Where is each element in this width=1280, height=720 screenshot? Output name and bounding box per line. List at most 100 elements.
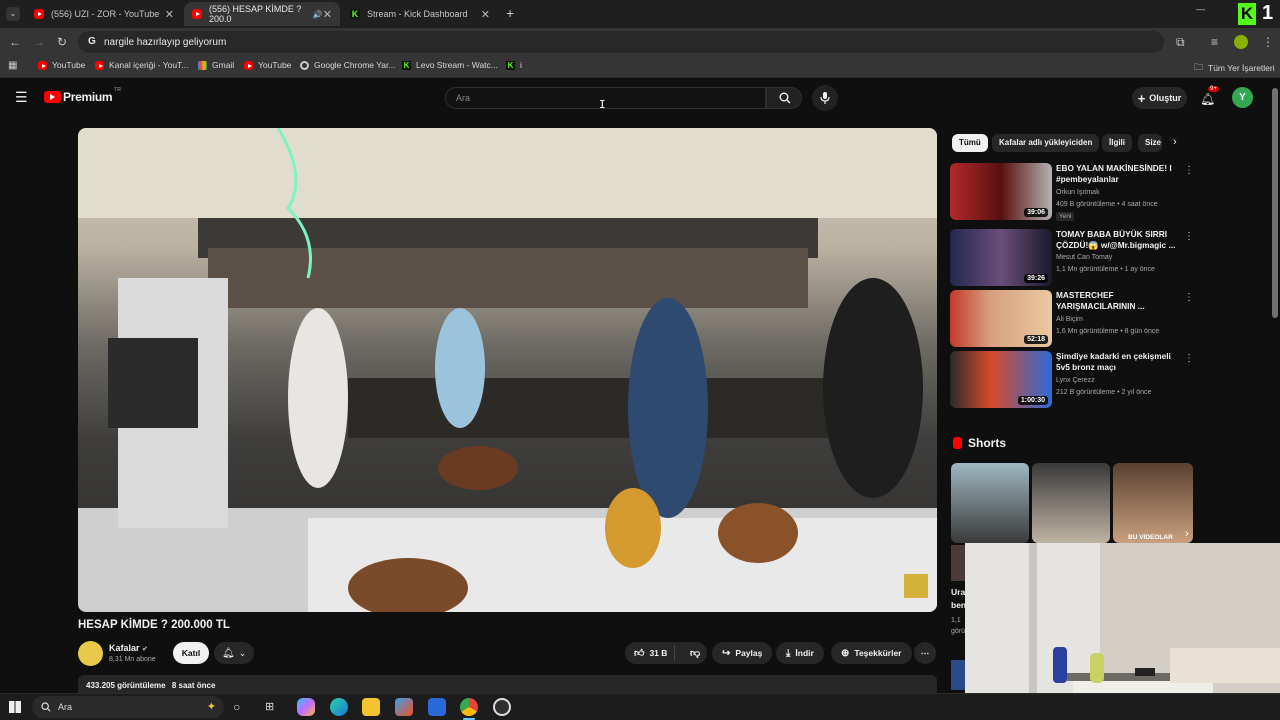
recommendation-item[interactable]: 52:18 MASTERCHEF YARIŞMACILARININ ... Al… xyxy=(950,290,1195,348)
bookmark-youtube-2[interactable]: YouTube xyxy=(244,60,291,70)
shorts-peek-title-2[interactable]: ben xyxy=(951,600,966,610)
file-explorer-icon[interactable] xyxy=(362,698,380,716)
chip-related[interactable]: İlgili xyxy=(1102,134,1132,152)
shorts-thumbnail[interactable] xyxy=(1032,463,1110,543)
mail-icon[interactable] xyxy=(428,698,446,716)
shorts-thumbnail[interactable]: BU VIDEOLAR xyxy=(1113,463,1193,543)
chrome-menu-icon[interactable]: ⋮ xyxy=(1262,35,1274,49)
channel-name[interactable]: Mesut Can Tomay xyxy=(1056,254,1112,261)
search-icon xyxy=(41,702,51,712)
apps-grid-icon[interactable]: ▦ xyxy=(8,60,17,71)
obs-icon[interactable] xyxy=(493,698,511,716)
overlay-badge: 1 xyxy=(1262,2,1274,24)
description-box[interactable]: 433.205 görüntüleme 8 saat önce xyxy=(78,675,937,695)
video-thumbnail[interactable]: 1:00:30 xyxy=(950,351,1052,408)
bookmark-kick[interactable]: Ki xyxy=(506,60,522,70)
close-tab-icon[interactable]: ✕ xyxy=(165,8,174,21)
recommendation-item[interactable]: 39:06 EBO YALAN MAKİNESİNDE! I #pembeyal… xyxy=(950,163,1195,221)
close-tab-icon[interactable]: ✕ xyxy=(323,8,332,21)
more-options-icon[interactable]: ⋮ xyxy=(1184,165,1194,176)
chip-all[interactable]: Tümü xyxy=(952,134,988,152)
video-thumbnail[interactable]: 52:18 xyxy=(950,290,1052,347)
like-dislike-group: 👍︎ 31 B 👎︎ xyxy=(625,642,707,664)
folder-icon: 🗀 xyxy=(1194,62,1204,72)
notifications-button[interactable]: 🔔︎ 9+ xyxy=(1200,86,1219,108)
copilot-icon[interactable] xyxy=(297,698,315,716)
shorts-thumbnail[interactable] xyxy=(951,545,965,581)
task-view-icon[interactable]: ○ xyxy=(233,700,240,714)
bookmark-kanal-icerigi[interactable]: Kanal içeriği - YouT... xyxy=(95,60,188,70)
video-thumbnail[interactable]: 39:06 xyxy=(950,163,1052,220)
tab-search-icon[interactable]: ⌄ xyxy=(6,7,20,21)
tab-kick-dashboard[interactable]: K Stream - Kick Dashboard ✕ xyxy=(342,2,498,26)
join-button[interactable]: Katıl xyxy=(173,642,209,664)
recommendation-item[interactable]: 39:26 TOMAY BABA BÜYÜK SIRRI ÇÖZDÜ!😱 w/@… xyxy=(950,229,1195,287)
search-button[interactable] xyxy=(766,87,802,109)
shorts-next-icon[interactable]: › xyxy=(1185,528,1189,540)
video-title[interactable]: Şimdiye kadarki en çekişmeli 5v5 bronz m… xyxy=(1056,351,1178,373)
address-bar[interactable]: G nargile hazırlayıp geliyorum xyxy=(78,31,1164,53)
download-button[interactable]: ⤓ İndir xyxy=(776,642,824,664)
new-tab-button[interactable]: + xyxy=(506,5,514,21)
more-options-icon[interactable]: ⋮ xyxy=(1184,353,1194,364)
hamburger-menu-icon[interactable]: ☰ xyxy=(15,89,28,106)
recommendation-item[interactable]: 1:00:30 Şimdiye kadarki en çekişmeli 5v5… xyxy=(950,351,1195,409)
video-thumbnail[interactable]: 39:26 xyxy=(950,229,1052,286)
windows-start-icon[interactable] xyxy=(9,701,21,713)
thanks-button[interactable]: ⊕ Teşekkürler xyxy=(831,642,912,664)
account-avatar[interactable]: Y xyxy=(1232,87,1253,108)
share-button[interactable]: ↪ Paylaş xyxy=(712,642,773,664)
widgets-icon[interactable]: ⊞ xyxy=(265,700,274,713)
like-button[interactable]: 👍︎ 31 B xyxy=(625,645,675,661)
tab-uzi-zor[interactable]: (556) UZI - ZOR - YouTube ✕ xyxy=(26,2,182,26)
kick-favicon-icon: K xyxy=(350,9,360,19)
minimize-button[interactable]: — xyxy=(1196,4,1205,14)
tab-hesap-kimde[interactable]: (556) HESAP KİMDE ? 200.0 🔊 ✕ xyxy=(184,2,340,26)
close-tab-icon[interactable]: ✕ xyxy=(481,8,490,21)
audio-icon[interactable]: 🔊 xyxy=(313,10,323,19)
new-badge: Yeni xyxy=(1056,212,1075,221)
chip-for-you[interactable]: Size xyxy=(1138,134,1162,152)
forward-arrow-icon[interactable]: → xyxy=(33,35,45,49)
chrome-taskbar-icon[interactable] xyxy=(460,698,478,716)
bookmark-chrome-help[interactable]: Google Chrome Yar... xyxy=(300,60,395,70)
more-options-icon[interactable]: ⋮ xyxy=(1184,292,1194,303)
page-scrollbar[interactable] xyxy=(1272,88,1278,318)
shorts-thumbnail[interactable] xyxy=(951,463,1029,543)
more-actions-button[interactable]: ⋯ xyxy=(914,642,936,664)
extensions-icon[interactable]: ⧉ xyxy=(1176,35,1185,49)
video-title[interactable]: EBO YALAN MAKİNESİNDE! I #pembeyalanlar xyxy=(1056,163,1178,185)
address-text: nargile hazırlayıp geliyorum xyxy=(104,36,227,48)
dislike-button[interactable]: 👎︎ xyxy=(680,647,700,659)
more-options-icon[interactable]: ⋮ xyxy=(1184,231,1194,242)
channel-name[interactable]: Kafalar ✔ xyxy=(109,643,148,653)
voice-search-button[interactable] xyxy=(812,85,838,111)
chip-from-uploader[interactable]: Kafalar adlı yükleyiciden xyxy=(992,134,1100,152)
shorts-thumbnail[interactable] xyxy=(951,660,965,690)
bookmark-levo-stream[interactable]: K Levo Stream - Watc... xyxy=(402,60,498,70)
edge-icon[interactable] xyxy=(330,698,348,716)
video-title[interactable]: TOMAY BABA BÜYÜK SIRRI ÇÖZDÜ!😱 w/@Mr.big… xyxy=(1056,229,1178,251)
chevron-right-icon[interactable]: › xyxy=(1173,136,1177,148)
bookmark-gmail[interactable]: Gmail xyxy=(198,60,234,70)
shorts-peek-views: 1,1 xyxy=(951,617,961,624)
video-title[interactable]: MASTERCHEF YARIŞMACILARININ ... xyxy=(1056,290,1178,312)
duration-badge: 39:26 xyxy=(1024,274,1048,283)
video-player[interactable] xyxy=(78,128,937,612)
channel-avatar[interactable] xyxy=(78,641,103,666)
shorts-peek-title[interactable]: Ura xyxy=(951,587,965,597)
media-control-icon[interactable]: ≡ xyxy=(1211,35,1218,49)
subscription-bell-button[interactable]: 🔔︎ ⌄ xyxy=(214,642,254,664)
back-arrow-icon[interactable]: ← xyxy=(9,35,21,49)
store-icon[interactable] xyxy=(395,698,413,716)
bookmark-youtube[interactable]: YouTube xyxy=(38,60,85,70)
taskbar-search[interactable]: Ara ✦ xyxy=(32,696,224,718)
channel-name[interactable]: Ali Biçim xyxy=(1056,316,1083,323)
channel-name[interactable]: Orkun Işıtmak xyxy=(1056,189,1100,196)
create-button[interactable]: + Oluştur xyxy=(1132,87,1187,109)
reload-icon[interactable]: ↻ xyxy=(57,35,67,49)
youtube-premium-logo[interactable]: Premium TR xyxy=(44,87,121,104)
channel-name[interactable]: Lynx Çerezz xyxy=(1056,377,1095,384)
all-bookmarks[interactable]: 🗀 Tüm Yer İşaretleri xyxy=(1194,60,1275,76)
profile-avatar-icon[interactable] xyxy=(1234,35,1248,49)
